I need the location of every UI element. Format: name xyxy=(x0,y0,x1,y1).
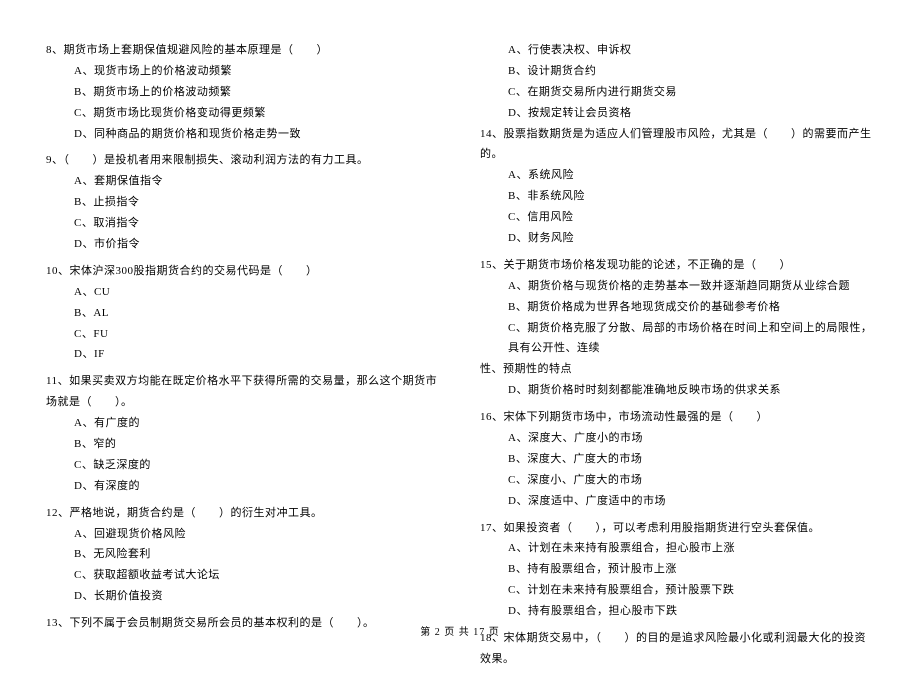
options-list: A、套期保值指令 B、止损指令 C、取消指令 D、市价指令 xyxy=(46,171,440,255)
option-a: A、深度大、广度小的市场 xyxy=(508,428,874,449)
option-c: C、获取超额收益考试大论坛 xyxy=(74,565,440,586)
question-12: 12、严格地说，期货合约是（ ）的衍生对冲工具。 A、回避现货价格风险 B、无风… xyxy=(46,503,440,607)
option-d: D、持有股票组合，担心股市下跌 xyxy=(508,601,874,622)
question-17: 17、如果投资者（ ），可以考虑利用股指期货进行空头套保值。 A、计划在未来持有… xyxy=(480,518,874,622)
question-text: 15、关于期货市场价格发现功能的论述，不正确的是（ ） xyxy=(480,255,874,276)
option-b: B、非系统风险 xyxy=(508,186,874,207)
option-b: B、止损指令 xyxy=(74,192,440,213)
option-c: C、期货价格克服了分散、局部的市场价格在时间上和空间上的局限性，具有公开性、连续 xyxy=(508,318,874,360)
question-16: 16、宋体下列期货市场中，市场流动性最强的是（ ） A、深度大、广度小的市场 B… xyxy=(480,407,874,511)
question-text: 11、如果买卖双方均能在既定价格水平下获得所需的交易量，那么这个期货市场就是（ … xyxy=(46,371,440,413)
options-list: A、系统风险 B、非系统风险 C、信用风险 D、财务风险 xyxy=(480,165,874,249)
option-d: D、按规定转让会员资格 xyxy=(508,103,874,124)
options-list: A、回避现货价格风险 B、无风险套利 C、获取超额收益考试大论坛 D、长期价值投… xyxy=(46,524,440,608)
option-a: A、期货价格与现货价格的走势基本一致并逐渐趋同期货从业综合题 xyxy=(508,276,874,297)
option-a: A、回避现货价格风险 xyxy=(74,524,440,545)
option-a: A、系统风险 xyxy=(508,165,874,186)
option-c: C、计划在未来持有股票组合，预计股票下跌 xyxy=(508,580,874,601)
options-list: A、深度大、广度小的市场 B、深度大、广度大的市场 C、深度小、广度大的市场 D… xyxy=(480,428,874,512)
option-b: B、期货价格成为世界各地现货成交价的基础参考价格 xyxy=(508,297,874,318)
option-a: A、CU xyxy=(74,282,440,303)
option-b: B、设计期货合约 xyxy=(508,61,874,82)
options-list-d: D、期货价格时时刻刻都能准确地反映市场的供求关系 xyxy=(480,380,874,401)
question-text: 14、股票指数期货是为适应人们管理股市风险，尤其是（ ）的需要而产生的。 xyxy=(480,124,874,166)
option-a: A、行使表决权、申诉权 xyxy=(508,40,874,61)
option-d: D、期货价格时时刻刻都能准确地反映市场的供求关系 xyxy=(508,380,874,401)
right-column: A、行使表决权、申诉权 B、设计期货合约 C、在期货交易所内进行期货交易 D、按… xyxy=(480,40,874,676)
option-a: A、现货市场上的价格波动频繁 xyxy=(74,61,440,82)
option-d: D、有深度的 xyxy=(74,476,440,497)
left-column: 8、期货市场上套期保值规避风险的基本原理是（ ） A、现货市场上的价格波动频繁 … xyxy=(46,40,440,676)
page-content: 8、期货市场上套期保值规避风险的基本原理是（ ） A、现货市场上的价格波动频繁 … xyxy=(46,40,874,676)
option-b: B、深度大、广度大的市场 xyxy=(508,449,874,470)
option-a: A、套期保值指令 xyxy=(74,171,440,192)
question-11: 11、如果买卖双方均能在既定价格水平下获得所需的交易量，那么这个期货市场就是（ … xyxy=(46,371,440,496)
option-b: B、持有股票组合，预计股市上涨 xyxy=(508,559,874,580)
question-text: 16、宋体下列期货市场中，市场流动性最强的是（ ） xyxy=(480,407,874,428)
options-list: A、期货价格与现货价格的走势基本一致并逐渐趋同期货从业综合题 B、期货价格成为世… xyxy=(480,276,874,360)
option-b: B、无风险套利 xyxy=(74,544,440,565)
option-c-continuation: 性、预期性的特点 xyxy=(480,359,874,380)
options-list: A、现货市场上的价格波动频繁 B、期货市场上的价格波动频繁 C、期货市场比现货价… xyxy=(46,61,440,145)
question-15: 15、关于期货市场价格发现功能的论述，不正确的是（ ） A、期货价格与现货价格的… xyxy=(480,255,874,401)
options-list: A、计划在未来持有股票组合，担心股市上涨 B、持有股票组合，预计股市上涨 C、计… xyxy=(480,538,874,622)
option-b: B、窄的 xyxy=(74,434,440,455)
option-c: C、FU xyxy=(74,324,440,345)
option-d: D、同种商品的期货价格和现货价格走势一致 xyxy=(74,124,440,145)
question-text: 9、（ ）是投机者用来限制损失、滚动利润方法的有力工具。 xyxy=(46,150,440,171)
options-list: A、有广度的 B、窄的 C、缺乏深度的 D、有深度的 xyxy=(46,413,440,497)
option-d: D、市价指令 xyxy=(74,234,440,255)
question-13-options: A、行使表决权、申诉权 B、设计期货合约 C、在期货交易所内进行期货交易 D、按… xyxy=(480,40,874,124)
option-b: B、期货市场上的价格波动频繁 xyxy=(74,82,440,103)
option-c: C、信用风险 xyxy=(508,207,874,228)
option-d: D、IF xyxy=(74,344,440,365)
option-d: D、财务风险 xyxy=(508,228,874,249)
question-text: 12、严格地说，期货合约是（ ）的衍生对冲工具。 xyxy=(46,503,440,524)
question-14: 14、股票指数期货是为适应人们管理股市风险，尤其是（ ）的需要而产生的。 A、系… xyxy=(480,124,874,249)
options-list: A、CU B、AL C、FU D、IF xyxy=(46,282,440,366)
option-c: C、在期货交易所内进行期货交易 xyxy=(508,82,874,103)
question-text: 17、如果投资者（ ），可以考虑利用股指期货进行空头套保值。 xyxy=(480,518,874,539)
option-a: A、计划在未来持有股票组合，担心股市上涨 xyxy=(508,538,874,559)
question-text: 10、宋体沪深300股指期货合约的交易代码是（ ） xyxy=(46,261,440,282)
option-d: D、深度适中、广度适中的市场 xyxy=(508,491,874,512)
question-10: 10、宋体沪深300股指期货合约的交易代码是（ ） A、CU B、AL C、FU… xyxy=(46,261,440,365)
option-a: A、有广度的 xyxy=(74,413,440,434)
option-c: C、取消指令 xyxy=(74,213,440,234)
option-b: B、AL xyxy=(74,303,440,324)
question-9: 9、（ ）是投机者用来限制损失、滚动利润方法的有力工具。 A、套期保值指令 B、… xyxy=(46,150,440,254)
option-c: C、深度小、广度大的市场 xyxy=(508,470,874,491)
question-text: 8、期货市场上套期保值规避风险的基本原理是（ ） xyxy=(46,40,440,61)
question-8: 8、期货市场上套期保值规避风险的基本原理是（ ） A、现货市场上的价格波动频繁 … xyxy=(46,40,440,144)
option-d: D、长期价值投资 xyxy=(74,586,440,607)
option-c: C、期货市场比现货价格变动得更频繁 xyxy=(74,103,440,124)
option-c: C、缺乏深度的 xyxy=(74,455,440,476)
page-footer: 第 2 页 共 17 页 xyxy=(0,623,920,638)
